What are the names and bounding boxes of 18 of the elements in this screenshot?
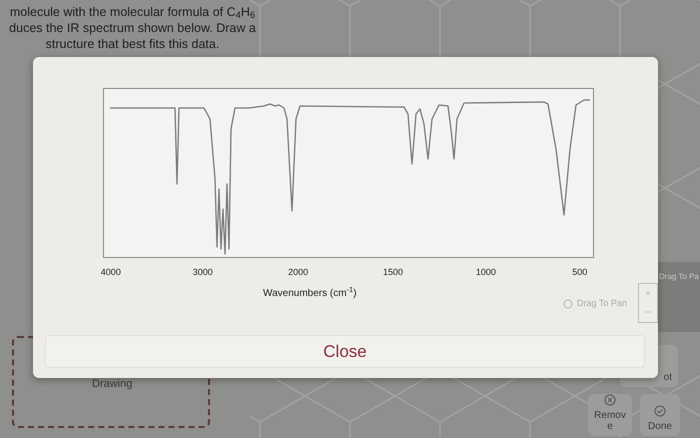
x-tick-label: 1500 [382,266,403,279]
close-button[interactable]: Close [45,335,645,368]
drag-hint: Drag To Pa [659,271,699,283]
question-text: molecule with the molecular formula of C$_{4}$H$_{6}$ [10,4,256,20]
toolbar-button[interactable]: Done [640,394,680,436]
question-text: structure that best fits this data. [46,36,220,52]
question-text: duces the IR spectrum shown below. Draw a [9,20,256,36]
x-tick-label: 500 [572,266,588,279]
check-circle-icon [654,405,666,417]
x-tick-label: 1000 [476,266,496,279]
drawing-label: Drawing [92,377,132,392]
x-circle-icon [604,394,616,406]
x-tick-label: 3000 [192,266,213,279]
x-tick-label: 4000 [100,266,121,279]
x-tick-label: 2000 [288,266,308,279]
toolbar-button[interactable]: Remove [588,394,632,436]
x-axis-label: Wavenumbers (cm$^{-1}$) [263,286,357,301]
side-panel [655,262,700,332]
